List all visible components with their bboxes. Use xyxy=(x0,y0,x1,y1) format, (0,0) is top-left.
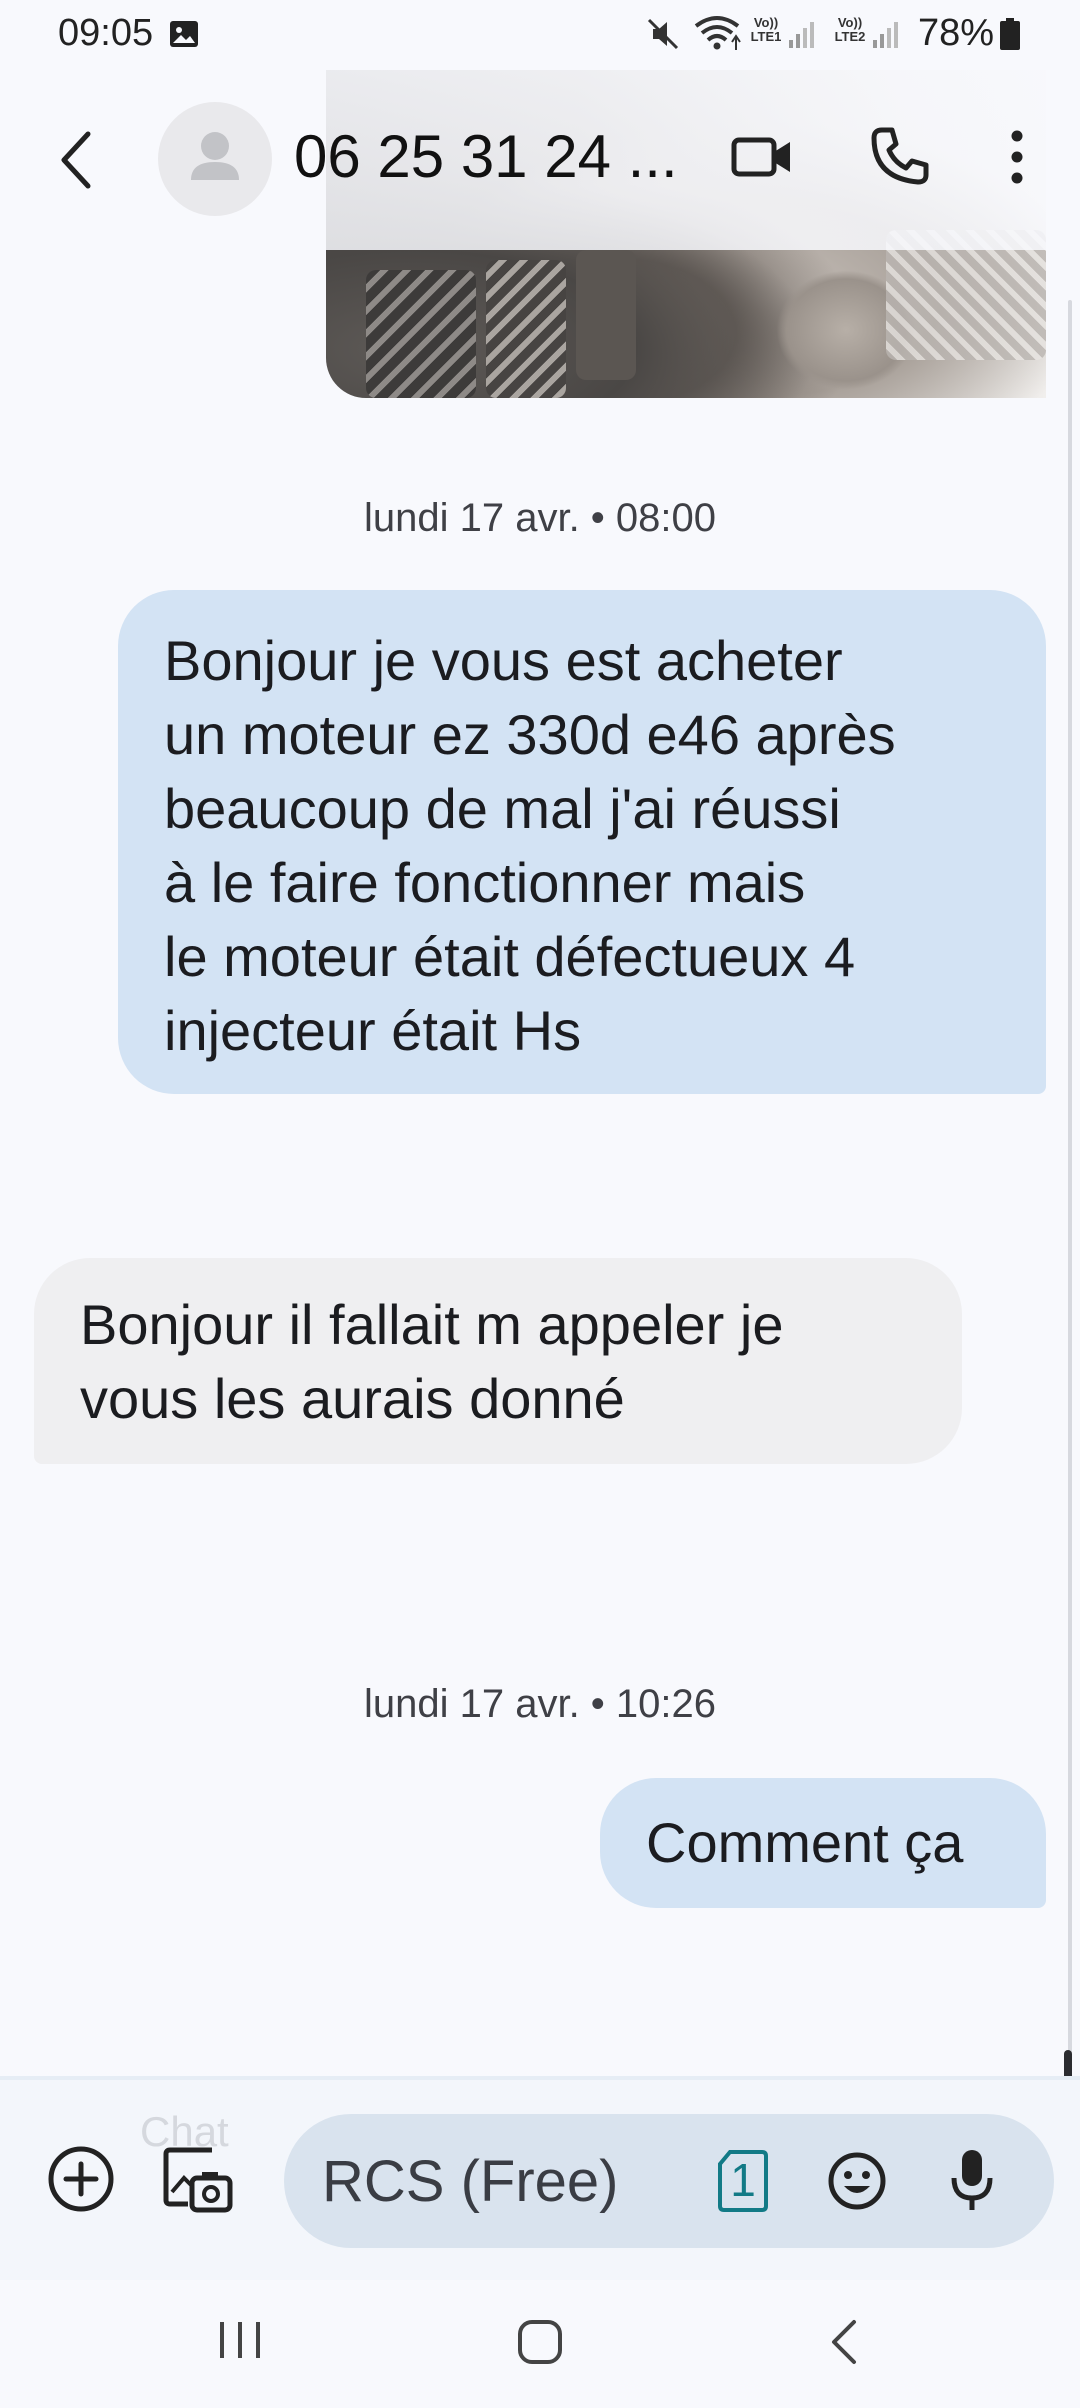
battery-percent: 78% xyxy=(918,12,995,54)
message-line: le moteur était défectueux 4 xyxy=(164,925,856,988)
signal-icon xyxy=(873,22,898,48)
sim2-signal: Vo)) LTE2 xyxy=(830,16,902,52)
battery-icon xyxy=(1000,18,1020,50)
signal-icon xyxy=(789,22,814,48)
message-line: Bonjour je vous est acheter xyxy=(164,629,843,692)
photo-detail xyxy=(486,260,566,398)
wifi-icon xyxy=(694,16,741,50)
message-bubble-outgoing[interactable]: Comment ça xyxy=(600,1778,1046,1908)
status-time: 09:05 xyxy=(58,12,154,54)
message-line: Comment ça xyxy=(646,1811,964,1874)
sim-number: 1 xyxy=(730,2154,756,2206)
message-line: un moteur ez 330d e46 après xyxy=(164,703,896,766)
recents-icon[interactable] xyxy=(214,2316,266,2364)
message-line: à le faire fonctionner mais xyxy=(164,851,806,914)
back-icon[interactable] xyxy=(826,2316,862,2368)
add-circle-icon[interactable] xyxy=(44,2142,118,2216)
message-bubble-incoming[interactable]: Bonjour il fallait m appeler je vous les… xyxy=(34,1258,962,1464)
message-line: injecteur était Hs xyxy=(164,999,582,1062)
emoji-icon[interactable] xyxy=(826,2150,888,2212)
sim2-label: Vo)) LTE2 xyxy=(834,15,866,44)
avatar-person-icon xyxy=(191,132,239,180)
status-bar: 09:05 Vo)) LTE1 Vo)) LTE2 78% xyxy=(0,0,1080,70)
contact-name[interactable]: 06 25 31 24 ... xyxy=(294,122,678,191)
date-separator: lundi 17 avr. • 10:26 xyxy=(363,1682,717,1726)
sim1-label: Vo)) LTE1 xyxy=(750,15,782,44)
photo-detail xyxy=(366,270,476,398)
back-arrow-icon[interactable] xyxy=(44,120,110,200)
mute-icon xyxy=(647,18,679,50)
message-input-placeholder: RCS (Free) xyxy=(322,2149,619,2214)
more-vert-icon[interactable] xyxy=(992,122,1042,192)
phone-icon[interactable] xyxy=(864,122,934,192)
avatar[interactable] xyxy=(158,102,272,216)
message-line: beaucoup de mal j'ai réussi xyxy=(164,777,841,840)
sim1-signal: Vo)) LTE1 xyxy=(746,16,818,52)
date-separator: lundi 17 avr. • 08:00 xyxy=(363,496,717,540)
message-line: Bonjour il fallait m appeler je xyxy=(80,1293,784,1356)
gallery-camera-icon[interactable] xyxy=(160,2142,236,2218)
message-bubble-outgoing[interactable]: Bonjour je vous est acheter un moteur ez… xyxy=(118,590,1046,1094)
gallery-notification-icon xyxy=(170,21,198,47)
scrollbar-track[interactable] xyxy=(1068,300,1072,2260)
photo-detail xyxy=(576,250,636,380)
image-message[interactable] xyxy=(326,70,1046,398)
sim-selector-button[interactable]: 1 xyxy=(714,2148,772,2214)
home-icon[interactable] xyxy=(516,2318,564,2366)
message-line: vous les aurais donné xyxy=(80,1367,625,1430)
mic-icon[interactable] xyxy=(946,2144,998,2216)
video-call-icon[interactable] xyxy=(728,122,798,192)
